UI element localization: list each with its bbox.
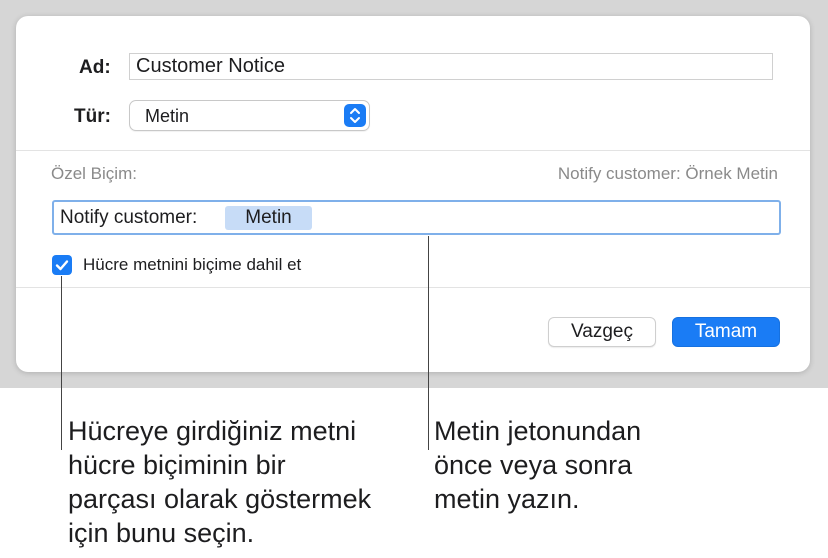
footer-divider	[16, 287, 810, 288]
type-label: Tür:	[74, 106, 111, 127]
section-divider	[16, 150, 810, 151]
type-popup-button[interactable]: Metin	[129, 100, 370, 131]
cancel-button[interactable]: Vazgeç	[548, 317, 656, 347]
callout-line-checkbox	[61, 276, 62, 450]
type-selected-value: Metin	[145, 106, 190, 126]
format-preview: Notify customer: Örnek Metin	[557, 164, 778, 183]
callout-token-text: Metin jetonundan önce veya sonra metin y…	[434, 416, 642, 514]
custom-format-dialog: Ad: Customer Notice Tür: Metin Özel Biçi…	[16, 16, 810, 372]
up-down-chevron-icon	[344, 104, 366, 127]
name-field[interactable]: Customer Notice	[129, 53, 773, 80]
ok-button[interactable]: Tamam	[672, 317, 780, 347]
checkmark-icon	[55, 260, 69, 271]
custom-format-field[interactable]: Notify customer: Metin	[52, 200, 781, 235]
include-cell-text-checkbox[interactable]	[52, 255, 72, 275]
callout-checkbox-text: Hücreye girdiğiniz metni hücre biçiminin…	[68, 416, 372, 548]
name-label: Ad:	[79, 57, 111, 78]
include-cell-text-label: Hücre metnini biçime dahil et	[83, 255, 302, 274]
text-token[interactable]: Metin	[225, 206, 312, 230]
format-prefix-text: Notify customer:	[60, 207, 198, 228]
custom-format-label: Özel Biçim:	[51, 164, 137, 183]
callout-line-token	[428, 236, 429, 450]
